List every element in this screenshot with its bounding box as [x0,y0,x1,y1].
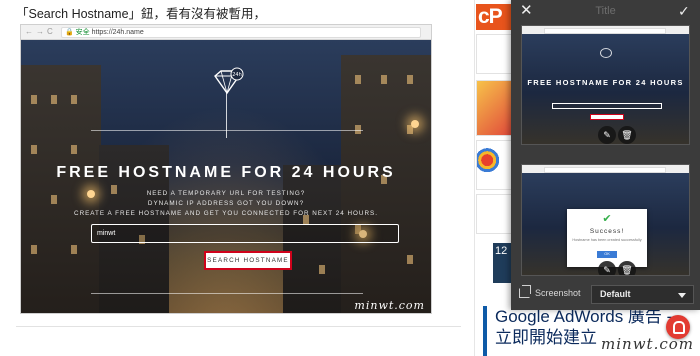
screenshot-panel: ✕ Title ✓ FREE HOSTNAME FOR 24 HOURS ✎ 🗑… [511,0,700,310]
capture-input [552,103,662,109]
success-modal: ✔ Success! Hostname has been created suc… [567,209,647,267]
url-text: https://24h.name [91,29,144,36]
trash-icon[interactable]: 🗑 [618,126,636,144]
screenshot-watermark: minwt.com [354,299,425,312]
screenshot-icon [519,285,531,298]
sidebar-thumbnail[interactable] [476,194,512,234]
hero-section: 24h FREE HOSTNAME FOR 24 HOURS NEED A TE… [21,40,431,313]
article-divider [16,326,461,327]
article-caption: 「Search Hostname」鈕，看有沒有被暫用， [16,7,267,21]
page: 「Search Hostname」鈕，看有沒有被暫用， ←→C 🔒 安全 htt… [0,0,700,356]
embedded-screenshot: ←→C 🔒 安全 https://24h.name 24h FREE HOSTN… [20,24,432,314]
screenshot-thumbnail[interactable]: ✔ Success! Hostname has been created suc… [521,164,690,276]
sidebar-thumbnail[interactable] [476,34,512,74]
sidebar-thumbnail[interactable] [476,80,512,136]
address-bar: 🔒 安全 https://24h.name [61,27,421,38]
edit-pencil-icon[interactable]: ✎ [598,126,616,144]
hero-divider-bottom [91,293,363,294]
mini-browser-bar: ←→C 🔒 安全 https://24h.name [21,25,431,40]
modal-ok-button: OK [597,251,617,258]
panel-footer: Screenshot Default [511,282,700,310]
hero-subtitle-line: DYNAMIC IP ADDRESS GOT YOU DOWN? [147,200,305,207]
screenshot-thumbnail[interactable]: FREE HOSTNAME FOR 24 HOURS ✎ 🗑 [521,25,690,145]
trash-icon[interactable]: 🗑 [618,261,636,275]
thumbnail-tools: ✎ 🗑 [598,261,638,275]
screenshot-label: Screenshot [535,288,581,298]
modal-heading: Success! [589,228,625,235]
secure-lock-icon: 🔒 [65,29,74,36]
logo-text: 24h [232,72,242,78]
search-hostname-button[interactable]: SEARCH HOSTNAME [204,251,292,270]
hero-subtitle-line: NEED A TEMPORARY URL FOR TESTING? [146,190,306,197]
ad-accent-bar [483,306,487,356]
format-select[interactable]: Default [591,285,694,304]
format-select-value: Default [600,289,631,299]
hero-title: FREE HOSTNAME FOR 24 HOURS [56,164,396,181]
ad-banner-number[interactable]: 12 [493,243,513,283]
panel-header: ✕ Title ✓ [511,0,700,24]
building-right [341,55,431,313]
secure-label: 安全 [75,29,90,36]
modal-message: Hostname has been created successfully [572,238,642,242]
checkmark-icon[interactable]: ✓ [678,3,692,19]
capture-button [590,114,624,120]
browser-nav-icons: ←→C [25,27,56,36]
hero-divider-top [91,130,363,131]
site-watermark: minwt.com [601,335,694,353]
diamond-logo-icon: 24h [214,67,244,95]
edit-pencil-icon[interactable]: ✎ [598,261,616,275]
thumbnail-tools: ✎ 🗑 [598,126,638,144]
cp-logo[interactable]: cP [476,4,514,30]
sidebar-thumbnail[interactable] [476,140,512,190]
hostname-input[interactable]: minwt [91,224,399,243]
success-check-icon: ✔ [602,213,612,225]
hero-subtitle-line: CREATE A FREE HOSTNAME AND GET YOU CONNE… [74,210,378,217]
panel-title: Title [595,5,616,17]
logo-stem [226,92,227,138]
diamond-logo-icon [600,48,612,58]
street-lamp [411,120,419,128]
chevron-down-icon [678,293,686,298]
sidebar-divider [474,0,475,356]
capture-title: FREE HOSTNAME FOR 24 HOURS [527,78,684,87]
